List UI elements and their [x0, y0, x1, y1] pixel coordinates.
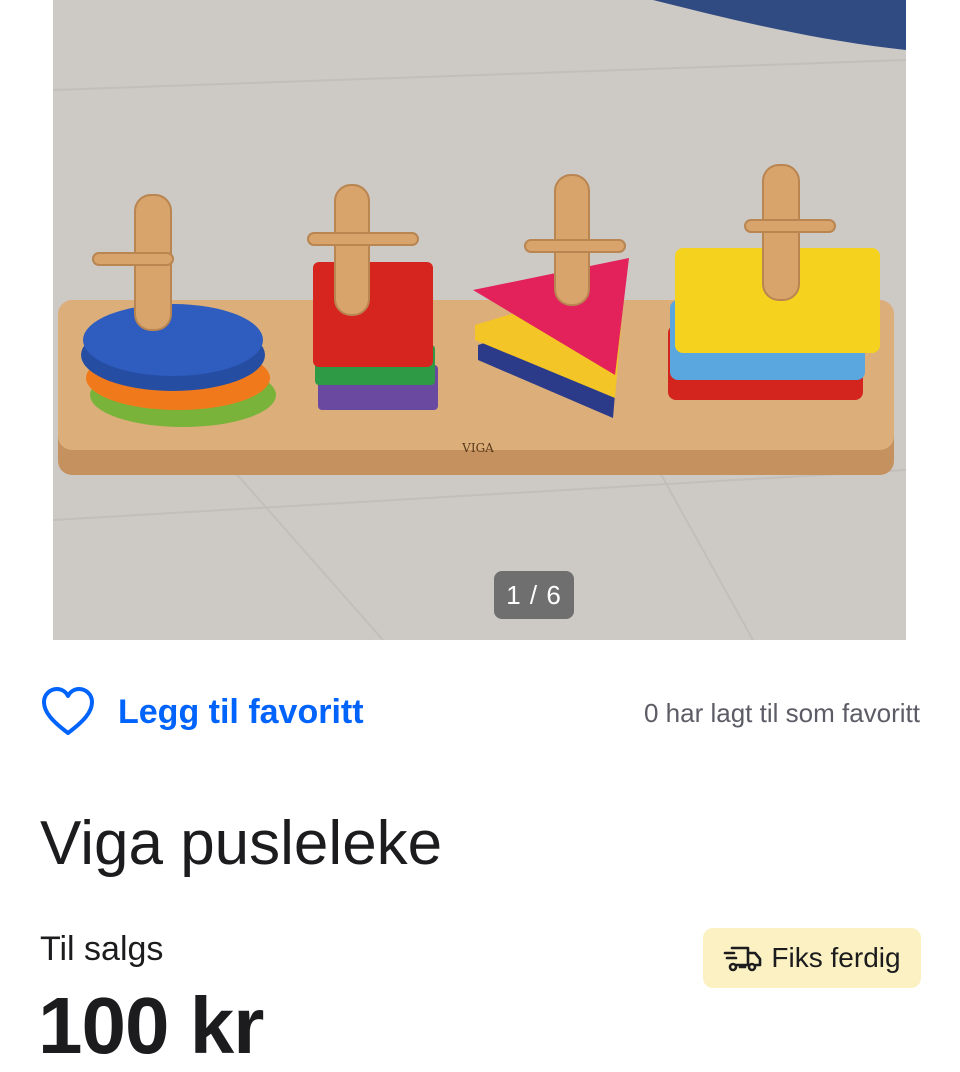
listing-price: 100 kr [38, 981, 264, 1070]
product-image-gallery[interactable]: VIGA 1 / 6 [53, 0, 906, 640]
listing-status: Til salgs [40, 930, 164, 968]
brand-print: VIGA [461, 441, 494, 455]
heart-outline-icon [42, 687, 94, 735]
add-favorite-button[interactable]: Legg til favoritt [40, 680, 364, 744]
delivery-truck-icon [724, 946, 762, 972]
shipping-badge[interactable]: Fiks ferdig [703, 928, 921, 988]
shipping-label: Fiks ferdig [771, 942, 901, 973]
image-counter: 1 / 6 [494, 571, 574, 619]
listing-title: Viga pusleleke [40, 809, 443, 878]
favorite-label: Legg til favoritt [118, 692, 364, 731]
favorite-count: 0 har lagt til som favoritt [644, 698, 920, 728]
product-photo: VIGA [53, 0, 906, 640]
favorite-row: Legg til favoritt 0 har lagt til som fav… [40, 680, 920, 744]
